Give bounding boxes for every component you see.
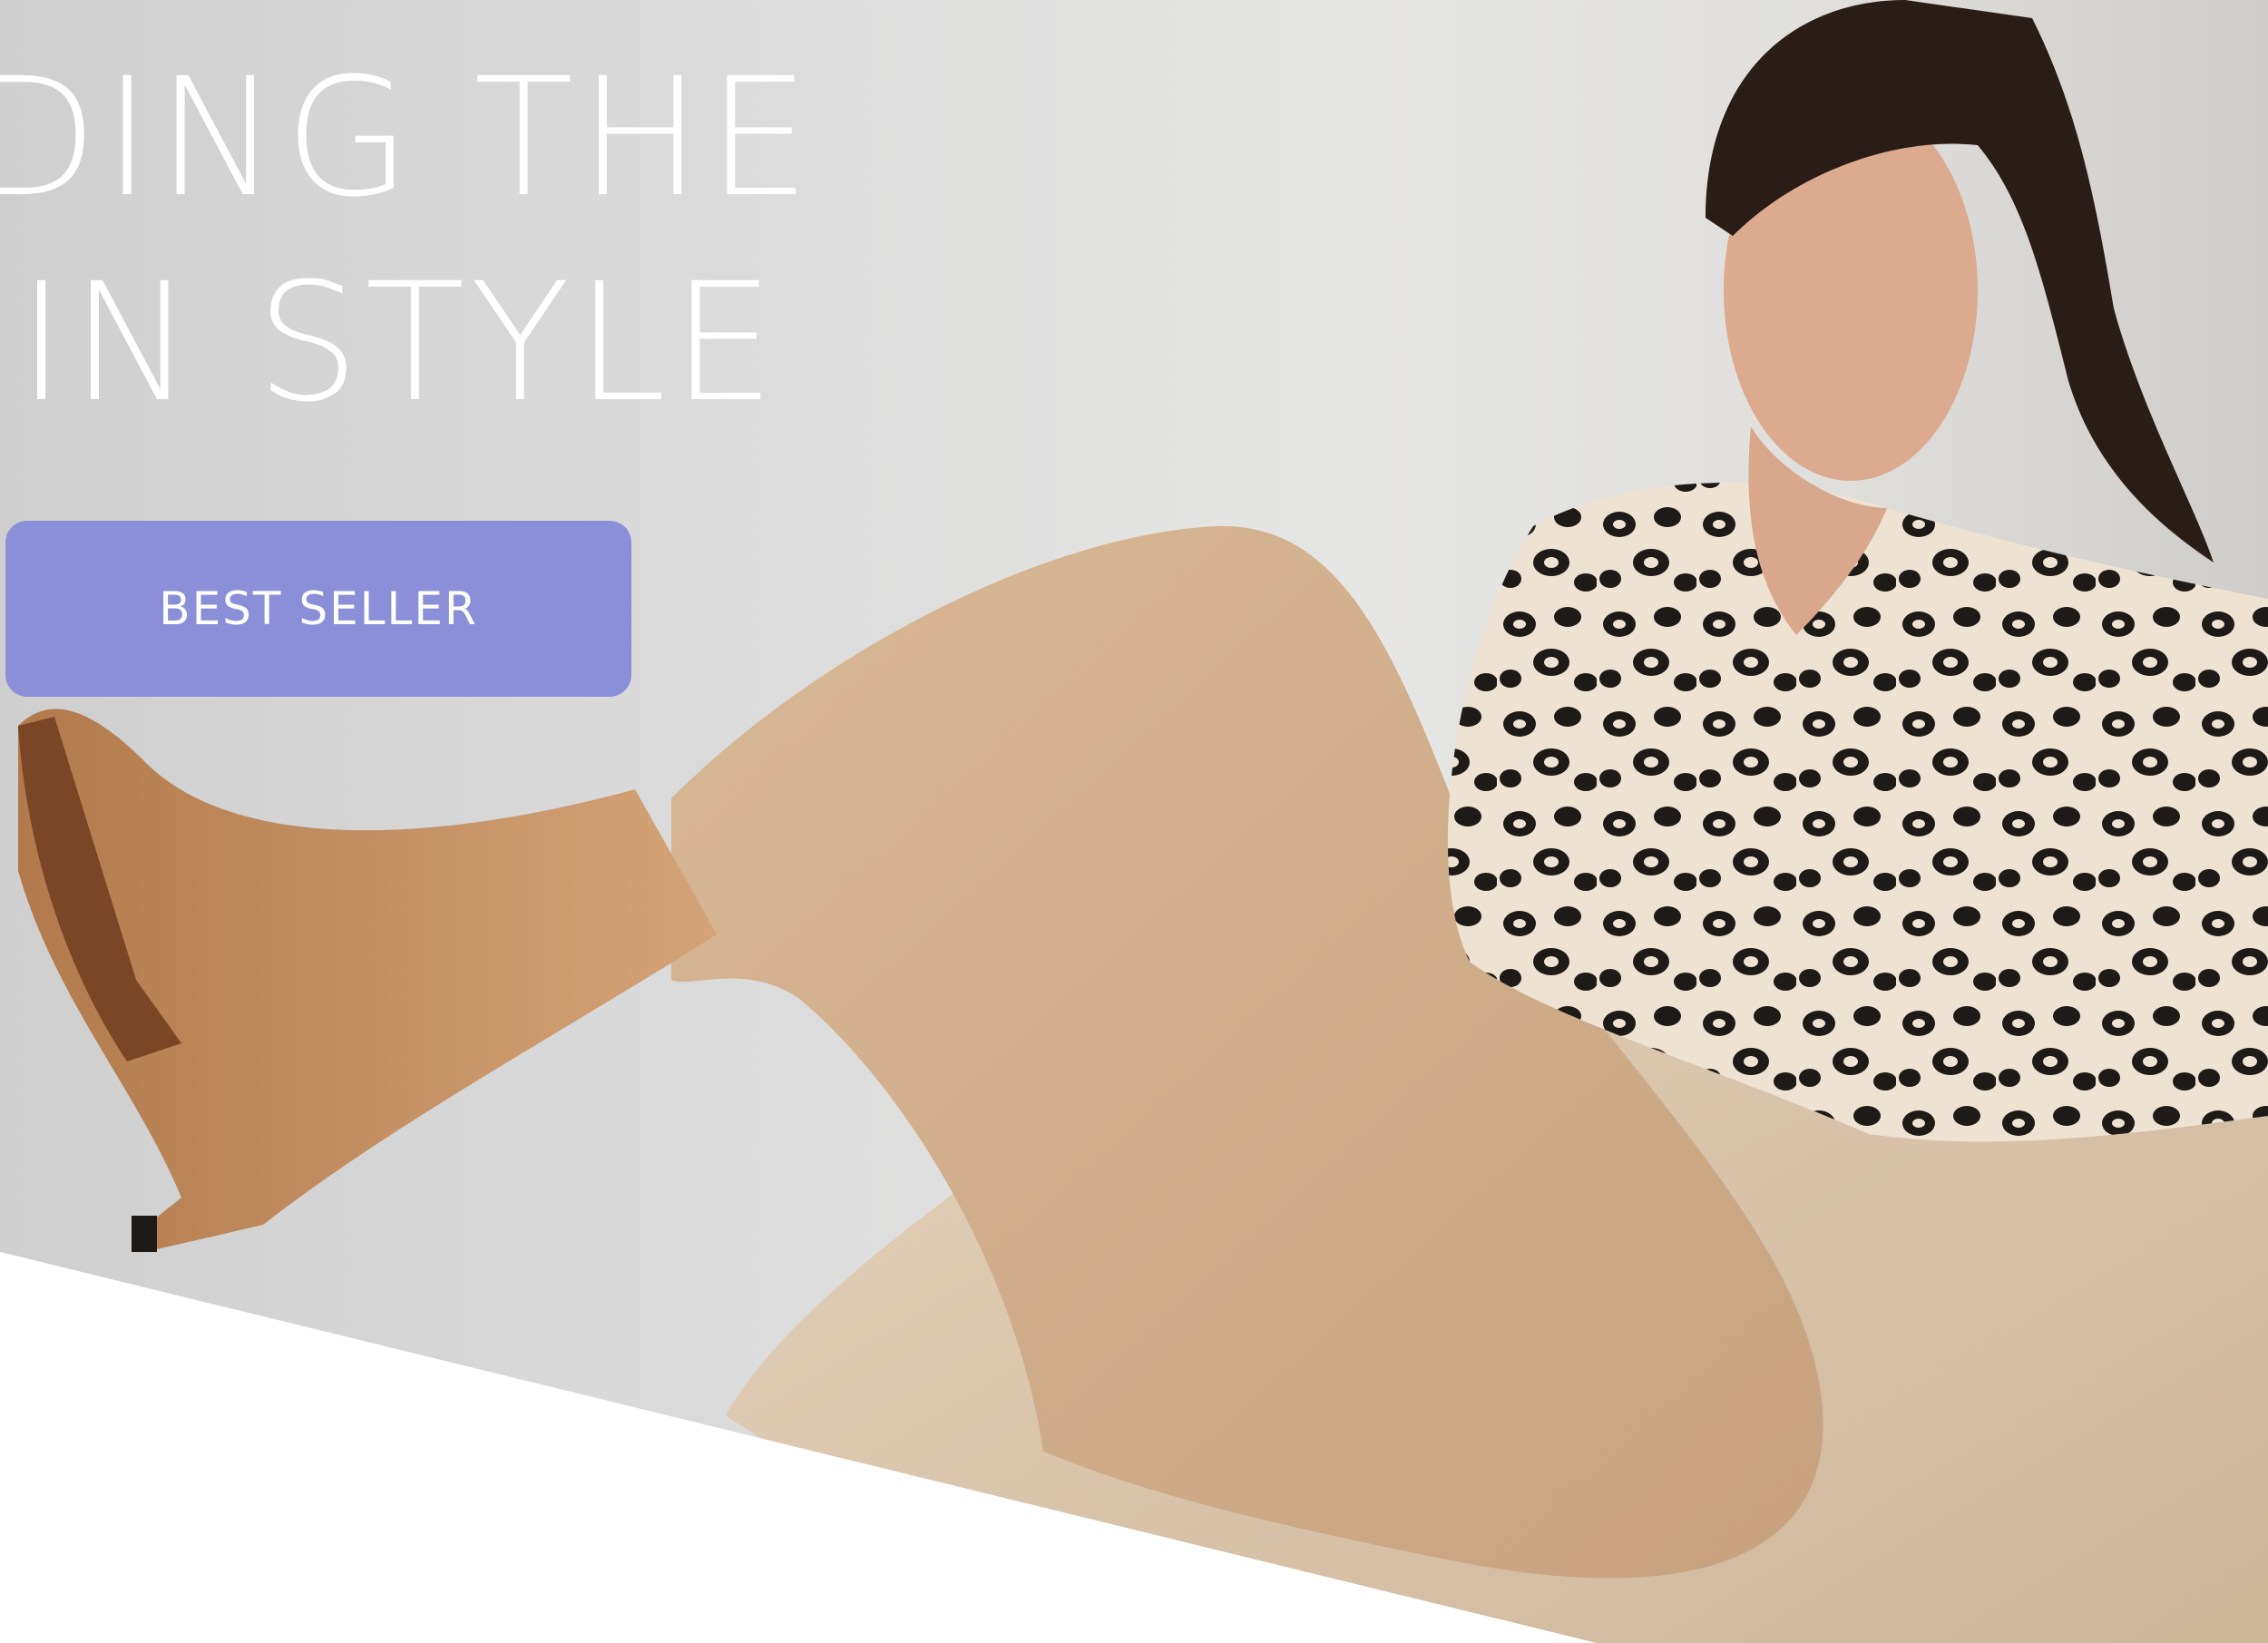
best-seller-button[interactable]: BEST SELLER bbox=[5, 521, 631, 697]
headline-line-2: Y IN STYLE bbox=[0, 249, 781, 438]
hero-headline: ADING THE Y IN STYLE bbox=[0, 36, 816, 446]
hero-banner: ADING THE Y IN STYLE BEST SELLER bbox=[0, 0, 2268, 1643]
headline-line-1: ADING THE bbox=[0, 44, 816, 233]
